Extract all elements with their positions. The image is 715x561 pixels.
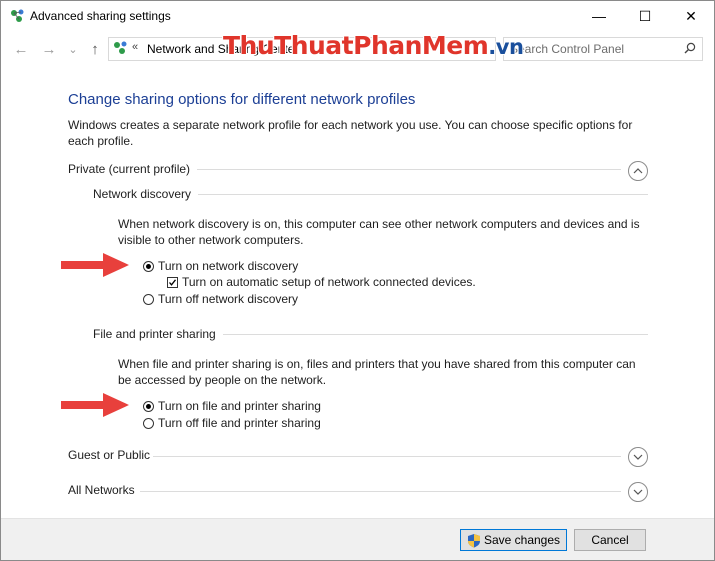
address-overflow-chevron[interactable]: « <box>132 41 138 53</box>
up-arrow-icon: ↑ <box>91 40 99 58</box>
network-icon <box>114 41 127 54</box>
auto-setup-checkbox[interactable] <box>167 276 178 288</box>
chevron-up-icon[interactable] <box>628 161 648 181</box>
file-printer-sharing-description: When file and printer sharing is on, fil… <box>118 357 636 387</box>
file-printer-sharing-on-option[interactable]: Turn on file and printer sharing <box>143 398 321 414</box>
file-printer-sharing-off-label[interactable]: Turn off file and printer sharing <box>158 416 321 430</box>
auto-setup-option[interactable]: Turn on automatic setup of network conne… <box>167 274 476 290</box>
cancel-button[interactable]: Cancel <box>574 529 646 551</box>
chevron-down-icon: ⌄ <box>68 43 78 56</box>
maximize-icon: ☐ <box>638 7 652 24</box>
search-input[interactable]: Search Control Panel <box>510 42 624 56</box>
network-icon <box>11 9 24 22</box>
close-icon: ✕ <box>685 7 697 24</box>
watermark-logo: ThuThuatPhanMem.vn <box>223 31 524 60</box>
network-discovery-description: When network discovery is on, this compu… <box>118 217 640 247</box>
title-bar: Advanced sharing settings — ☐ ✕ <box>1 1 714 31</box>
network-discovery-off-option[interactable]: Turn off network discovery <box>143 291 298 307</box>
radio-button-unselected[interactable] <box>143 417 154 429</box>
radio-button-selected[interactable] <box>143 260 154 272</box>
red-arrow-annotation <box>61 393 129 417</box>
back-button[interactable]: ← <box>12 40 30 58</box>
red-arrow-annotation <box>61 253 129 277</box>
file-printer-sharing-divider <box>223 334 648 335</box>
search-icon <box>684 42 696 54</box>
advanced-sharing-window: Advanced sharing settings — ☐ ✕ ← → ⌄ ↑ … <box>0 0 715 561</box>
network-discovery-label: Network discovery <box>93 187 192 201</box>
file-printer-sharing-on-label[interactable]: Turn on file and printer sharing <box>158 399 321 413</box>
network-discovery-on-label[interactable]: Turn on network discovery <box>158 259 298 273</box>
checkmark-icon <box>169 278 177 286</box>
forward-button[interactable]: → <box>40 40 58 58</box>
minimize-icon: — <box>592 8 606 24</box>
back-arrow-icon: ← <box>13 40 29 58</box>
all-networks-label[interactable]: All Networks <box>68 483 135 497</box>
recent-locations-button[interactable]: ⌄ <box>64 40 82 58</box>
chevron-down-icon[interactable] <box>628 482 648 502</box>
cancel-label[interactable]: Cancel <box>591 533 628 547</box>
radio-button-selected[interactable] <box>143 400 154 412</box>
auto-setup-label[interactable]: Turn on automatic setup of network conne… <box>182 275 476 289</box>
file-printer-sharing-off-option[interactable]: Turn off file and printer sharing <box>143 415 321 431</box>
maximize-button[interactable]: ☐ <box>622 1 668 31</box>
save-changes-label[interactable]: Save changes <box>484 533 560 547</box>
chevron-down-icon[interactable] <box>628 447 648 467</box>
file-printer-sharing-label: File and printer sharing <box>93 327 216 341</box>
guest-public-label[interactable]: Guest or Public <box>68 448 150 462</box>
all-networks-divider <box>140 491 621 492</box>
window-title: Advanced sharing settings <box>30 9 171 23</box>
network-discovery-on-option[interactable]: Turn on network discovery <box>143 258 298 274</box>
search-box[interactable]: Search Control Panel <box>503 37 703 61</box>
up-button[interactable]: ↑ <box>86 40 104 58</box>
radio-button-unselected[interactable] <box>143 293 154 305</box>
uac-shield-icon <box>467 533 480 547</box>
private-profile-label[interactable]: Private (current profile) <box>68 162 190 176</box>
network-discovery-divider <box>198 194 648 195</box>
page-title: Change sharing options for different net… <box>68 91 416 108</box>
watermark-suffix: .vn <box>488 35 524 59</box>
minimize-button[interactable]: — <box>576 1 622 31</box>
page-description: Windows creates a separate network profi… <box>68 118 633 148</box>
forward-arrow-icon: → <box>41 40 57 58</box>
dialog-footer: Save changes Cancel <box>1 518 714 560</box>
save-changes-button[interactable]: Save changes <box>460 529 567 551</box>
guest-public-divider <box>153 456 621 457</box>
close-button[interactable]: ✕ <box>668 1 714 31</box>
private-profile-divider <box>197 169 621 170</box>
network-discovery-off-label[interactable]: Turn off network discovery <box>158 292 298 306</box>
watermark-main: ThuThuatPhanMem <box>223 31 489 60</box>
